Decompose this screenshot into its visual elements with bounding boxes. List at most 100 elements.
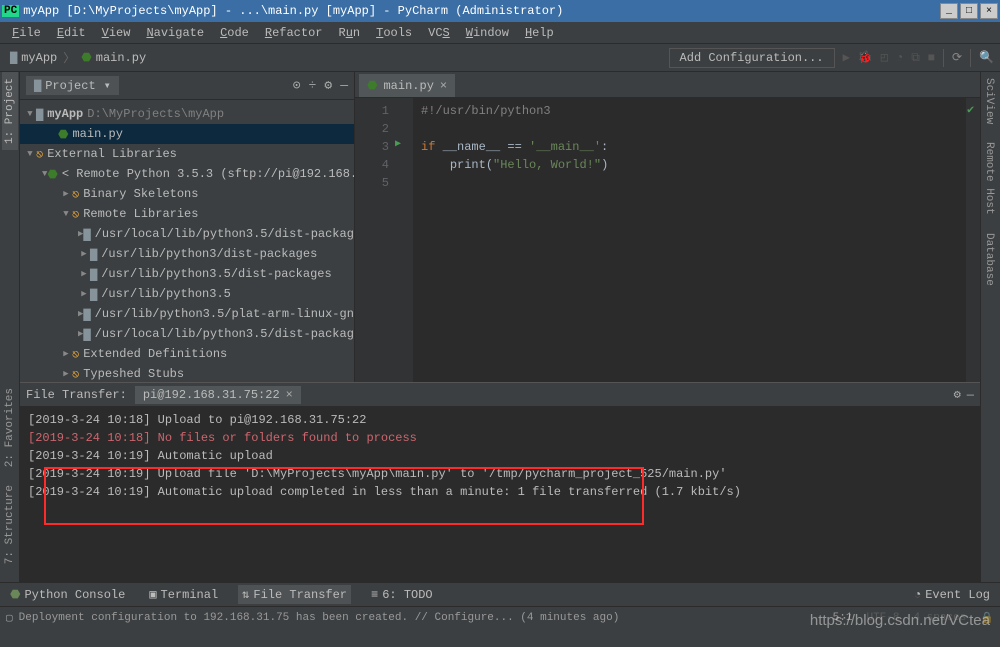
indent[interactable]: 4 spaces [913,612,966,624]
encoding[interactable]: UTF-8 [866,612,899,624]
tree-path-4[interactable]: /usr/lib/python3.5/plat-arm-linux-gnueab [95,307,354,321]
run-icon[interactable]: ▶ [843,50,850,65]
run-gutter: ▶ [395,98,413,382]
todo-icon: ≡ [371,588,378,602]
inspection-gutter: ✔ [966,98,980,382]
tree-path-1[interactable]: /usr/lib/python3/dist-packages [101,247,317,261]
menu-edit[interactable]: Edit [51,24,92,42]
tree-extended-defs[interactable]: Extended Definitions [83,347,227,361]
tree-binary-skeletons[interactable]: Binary Skeletons [83,187,198,201]
hide-icon[interactable]: — [967,388,974,402]
update-icon[interactable]: ⟳ [952,50,962,65]
tree-root[interactable]: myApp [47,107,83,121]
editor-tab-main[interactable]: ⬣ main.py × [359,74,455,97]
concurrency-icon[interactable]: ⧉ [911,51,920,65]
menu-code[interactable]: Code [214,24,255,42]
left-tool-strip: 1: Project [0,72,20,382]
inspection-ok-icon: ✔ [967,102,974,117]
menu-refactor[interactable]: Refactor [259,24,329,42]
divide-icon[interactable]: ÷ [309,78,317,93]
tw-file-transfer[interactable]: ⇅File Transfer [238,585,351,604]
menu-navigate[interactable]: Navigate [140,24,210,42]
gear-icon[interactable]: ⚙ [324,78,332,93]
event-log-icon: ◔ [914,588,921,602]
code-area[interactable]: #!/usr/bin/python3 if __name__ == '__mai… [413,98,966,382]
collapse-icon[interactable]: ⊙ [293,78,301,93]
file-transfer-panel: File Transfer: pi@192.168.31.75:22 × ⚙ —… [20,382,980,582]
menu-help[interactable]: Help [519,24,560,42]
file-transfer-label: File Transfer: [26,388,127,402]
search-everywhere-icon[interactable]: 🔍 [979,50,994,65]
editor: ⬣ main.py × 1 2 3 4 5 ▶ #!/usr/bin/pytho… [355,72,980,382]
menu-tools[interactable]: Tools [370,24,418,42]
breadcrumb[interactable]: ▇ myApp 〉 ⬣ main.py [6,49,150,66]
add-configuration-button[interactable]: Add Configuration... [669,48,835,68]
minimize-button[interactable]: _ [940,3,958,19]
menu-file[interactable]: File [6,24,47,42]
tw-python-console[interactable]: ⬣Python Console [6,585,129,604]
line-gutter: 1 2 3 4 5 [355,98,395,382]
tree-remote-python[interactable]: < Remote Python 3.5.3 (sftp://pi@192.168… [62,167,354,181]
project-view-combo[interactable]: ▇ Project [26,76,119,95]
tree-path-2[interactable]: /usr/lib/python3.5/dist-packages [101,267,331,281]
project-panel: ▇ Project ⊙ ÷ ⚙ — ▼▇myAppD:\MyProjects\m… [20,72,355,382]
menu-vcs[interactable]: VCS [422,24,456,42]
tool-tab-database[interactable]: Database [981,227,997,292]
run-line-icon[interactable]: ▶ [395,138,413,150]
tree-remote-libraries[interactable]: Remote Libraries [83,207,198,221]
tree-path-5[interactable]: /usr/local/lib/python3.5/dist-packages/s [95,327,354,341]
menu-bar: File Edit View Navigate Code Refactor Ru… [0,22,1000,44]
transfer-icon: ⇅ [242,587,249,602]
status-bar: ▢ Deployment configuration to 192.168.31… [0,606,1000,628]
coverage-icon[interactable]: ◰ [881,50,888,65]
stop-icon[interactable]: ■ [928,51,935,65]
caret-position[interactable]: 5:1 [833,612,853,624]
app-icon: PC [2,5,19,17]
bottom-toolbar: ⬣Python Console ▣Terminal ⇅File Transfer… [0,582,1000,606]
python-icon: ⬣ [367,78,377,93]
window-title: myApp [D:\MyProjects\myApp] - ...\main.p… [23,4,940,18]
profile-icon[interactable]: ◔ [896,51,903,65]
tool-tab-project[interactable]: 1: Project [2,72,18,150]
tool-tab-sciview[interactable]: SciView [981,72,997,130]
left-tool-strip-bottom: 2: Favorites 7: Structure [0,382,20,582]
close-button[interactable]: × [980,3,998,19]
tool-tab-favorites[interactable]: 2: Favorites [2,382,18,473]
tree-path-3[interactable]: /usr/lib/python3.5 [101,287,231,301]
close-tab-icon[interactable]: × [286,388,293,402]
project-tree[interactable]: ▼▇myAppD:\MyProjects\myApp ⬣main.py ▼⎋Ex… [20,100,354,382]
tree-typeshed[interactable]: Typeshed Stubs [83,367,184,381]
tool-window-toggle-icon[interactable]: ▢ [6,611,13,625]
hide-icon[interactable]: — [340,78,348,93]
lock-icon[interactable]: 🔒 [980,611,994,625]
editor-tab-label: main.py [383,79,433,93]
maximize-button[interactable]: □ [960,3,978,19]
menu-view[interactable]: View [96,24,137,42]
file-transfer-log[interactable]: [2019-3-24 10:18] Upload to pi@192.168.3… [20,407,980,582]
folder-icon: ▇ [34,78,41,93]
terminal-icon: ▣ [149,587,156,602]
tree-path-0[interactable]: /usr/local/lib/python3.5/dist-packages/p [95,227,354,241]
menu-run[interactable]: Run [333,24,367,42]
tool-tab-structure[interactable]: 7: Structure [2,479,18,570]
tool-tab-remotehost[interactable]: Remote Host [981,136,997,221]
gear-icon[interactable]: ⚙ [954,387,961,402]
tree-root-path: D:\MyProjects\myApp [87,107,224,121]
tw-todo[interactable]: ≡6: TODO [367,586,437,604]
file-transfer-tab[interactable]: pi@192.168.31.75:22 × [135,386,301,404]
menu-window[interactable]: Window [460,24,515,42]
status-message[interactable]: Deployment configuration to 192.168.31.7… [19,612,620,624]
right-tool-strip: SciView Remote Host Database [980,72,1000,382]
project-view-label: Project [45,79,95,93]
breadcrumb-sep: 〉 [63,49,75,66]
python-icon: ⬣ [81,50,91,65]
tree-main-file[interactable]: main.py [72,127,122,141]
tw-event-log[interactable]: ◔Event Log [910,586,994,604]
nav-toolbar: ▇ myApp 〉 ⬣ main.py Add Configuration...… [0,44,1000,72]
breadcrumb-file: main.py [96,51,146,65]
close-tab-icon[interactable]: × [440,79,447,93]
breadcrumb-project: myApp [21,51,57,65]
tree-external-libs[interactable]: External Libraries [47,147,177,161]
tw-terminal[interactable]: ▣Terminal [145,585,222,604]
debug-icon[interactable]: 🐞 [858,50,873,65]
